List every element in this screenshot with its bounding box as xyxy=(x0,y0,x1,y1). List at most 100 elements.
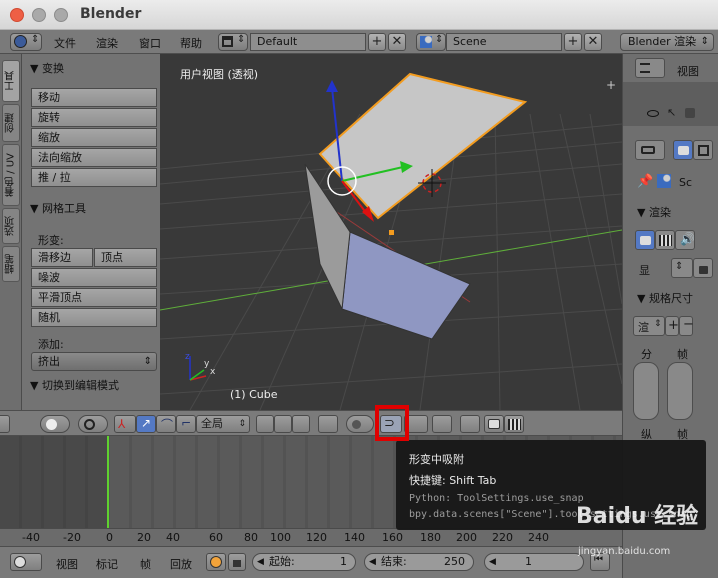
tab-options[interactable]: 选项 xyxy=(2,208,20,244)
menu-window[interactable]: 窗口 xyxy=(139,35,161,51)
transform-panel-header[interactable]: ▼ 变换 xyxy=(30,60,64,76)
timeline-editor-type-button[interactable] xyxy=(10,553,42,571)
render-layers-tab-button[interactable] xyxy=(693,140,713,160)
tick-label: 0 xyxy=(106,531,113,544)
menu-help[interactable]: 帮助 xyxy=(180,35,202,51)
normal-scale-button[interactable]: 法向缩放 xyxy=(31,148,157,167)
slide-edge-button[interactable]: 滑移边 xyxy=(31,248,93,267)
add-layout-button[interactable]: + xyxy=(368,33,386,51)
lock-icon xyxy=(699,266,708,274)
render-tab-button[interactable] xyxy=(673,140,693,160)
mesh-tools-panel-header[interactable]: ▼ 网格工具 xyxy=(30,200,86,216)
tick-label: 220 xyxy=(492,531,513,544)
display-dropdown[interactable]: ⇕ xyxy=(671,258,693,278)
dimensions-panel-header[interactable]: ▼ 规格尺寸 xyxy=(637,290,693,306)
render-panel-header[interactable]: ▼ 渲染 xyxy=(637,204,671,220)
viewport-shading-dropdown[interactable] xyxy=(40,415,70,433)
scene-field[interactable]: Scene xyxy=(446,33,562,51)
smooth-vertex-button[interactable]: 平滑顶点 xyxy=(31,288,157,307)
noise-button[interactable]: 噪波 xyxy=(31,268,157,287)
lock-frame-button[interactable] xyxy=(228,553,246,571)
cursor-icon[interactable]: ↖ xyxy=(667,106,676,119)
chevron-updown-icon: ⇕ xyxy=(143,356,152,367)
frame-start-field[interactable] xyxy=(667,362,693,420)
svg-text:z: z xyxy=(185,352,190,362)
close-icon: ✕ xyxy=(391,34,403,49)
render-opengl-animation-button[interactable] xyxy=(504,415,524,433)
tick-label: 180 xyxy=(420,531,441,544)
push-pull-button[interactable]: 推 / 拉 xyxy=(31,168,157,187)
manipulator-toggle-button[interactable]: ⅄ xyxy=(114,415,136,433)
timeline-playback-menu[interactable]: 回放 xyxy=(170,556,192,572)
eye-icon[interactable] xyxy=(647,110,659,117)
window-close-button[interactable] xyxy=(10,8,24,22)
render-image-button[interactable] xyxy=(635,230,655,250)
remove-preset-button[interactable]: − xyxy=(679,316,694,336)
pin-icon[interactable]: 📌 xyxy=(637,174,653,189)
edge-select-button[interactable] xyxy=(274,415,292,433)
tab-create[interactable]: 创建 xyxy=(2,104,20,142)
face-select-button[interactable] xyxy=(292,415,310,433)
current-frame-field[interactable]: ◀ 1 xyxy=(484,553,584,571)
screen-layout-field[interactable]: Default xyxy=(250,33,366,51)
tab-grease-pencil[interactable]: 蜡笔 xyxy=(2,246,20,282)
tool-shelf: ▼ 变换 移动 旋转 缩放 法向缩放 推 / 拉 ▼ 网格工具 形变: 滑移边 … xyxy=(22,54,176,410)
scale-button[interactable]: 缩放 xyxy=(31,128,157,147)
start-frame-field[interactable]: ◀ 起始: 1 xyxy=(252,553,356,571)
editor-type-info-button[interactable]: ⇕ xyxy=(10,33,42,51)
randomize-button[interactable]: 随机 xyxy=(31,308,157,327)
menu-render[interactable]: 渲染 xyxy=(96,35,118,51)
outliner-area xyxy=(623,82,718,126)
tab-shading-uv[interactable]: 着色 / UV xyxy=(2,144,20,206)
remove-scene-button[interactable]: ✕ xyxy=(584,33,602,51)
slide-vertex-button[interactable]: 顶点 xyxy=(94,248,157,267)
outliner-view-menu[interactable]: 视图 xyxy=(677,63,699,79)
outliner-type-button[interactable] xyxy=(635,58,665,78)
bottom-face xyxy=(341,231,471,340)
mini-axis-gizmo: z x y xyxy=(185,352,216,381)
render-audio-button[interactable]: 🔊 xyxy=(675,230,695,250)
add-preset-button[interactable]: + xyxy=(665,316,679,336)
vertex-select-button[interactable] xyxy=(256,415,274,433)
render-engine-dropdown[interactable]: Blender 渲染 ⇕ xyxy=(620,33,714,51)
speaker-icon: 🔊 xyxy=(680,232,695,246)
occlude-geometry-button[interactable] xyxy=(318,415,338,433)
timeline-marker-menu[interactable]: 标记 xyxy=(96,556,118,572)
resolution-x-field[interactable] xyxy=(633,362,659,420)
translate-manipulator-button[interactable]: ↗ xyxy=(136,415,156,433)
snap-target-button[interactable] xyxy=(432,415,452,433)
svg-text:x: x xyxy=(210,367,216,377)
pivot-point-dropdown[interactable] xyxy=(78,415,108,433)
transform-orientation-dropdown[interactable]: 全局 ⇕ xyxy=(196,415,250,433)
render-preset-dropdown[interactable]: 渲 ⇕ xyxy=(633,316,665,336)
plus-icon[interactable]: + xyxy=(606,78,616,92)
rotate-manipulator-button[interactable]: ⌒ xyxy=(156,415,176,433)
add-scene-button[interactable]: + xyxy=(564,33,582,51)
edit-mode-panel-header[interactable]: ▼ 切换到编辑模式 xyxy=(30,377,119,393)
properties-type-button[interactable] xyxy=(635,140,665,160)
3d-viewport[interactable]: z x y 用户视图 (透视) (1) Cube + xyxy=(160,54,622,410)
screen-layout-button[interactable]: ⇕ xyxy=(218,33,248,51)
proportional-edit-dropdown[interactable] xyxy=(346,415,374,433)
extrude-dropdown[interactable]: 挤出 ⇕ xyxy=(31,352,157,371)
move-button[interactable]: 移动 xyxy=(31,88,157,107)
scale-manipulator-button[interactable]: ⌐ xyxy=(176,415,196,433)
menu-file[interactable]: 文件 xyxy=(54,35,76,51)
camera-small-icon[interactable] xyxy=(685,108,695,118)
window-minimize-button[interactable] xyxy=(32,8,46,22)
preview-range-button[interactable] xyxy=(206,553,226,571)
copy-layers-button[interactable] xyxy=(460,415,480,433)
window-maximize-button[interactable] xyxy=(54,8,68,22)
tab-tools[interactable]: 工具 xyxy=(2,60,20,102)
remove-layout-button[interactable]: ✕ xyxy=(388,33,406,51)
end-frame-field[interactable]: ◀ 结束: 250 xyxy=(364,553,474,571)
editor-type-button[interactable] xyxy=(0,415,10,433)
rotate-button[interactable]: 旋转 xyxy=(31,108,157,127)
render-animation-button[interactable] xyxy=(655,230,675,250)
timeline-view-menu[interactable]: 视图 xyxy=(56,556,78,572)
lock-interface-button[interactable] xyxy=(693,258,713,278)
tick-label: 20 xyxy=(137,531,151,544)
timeline-frame-menu[interactable]: 帧 xyxy=(140,556,151,572)
render-opengl-image-button[interactable] xyxy=(484,415,504,433)
scene-selector-button[interactable]: ⇕ xyxy=(416,33,446,51)
